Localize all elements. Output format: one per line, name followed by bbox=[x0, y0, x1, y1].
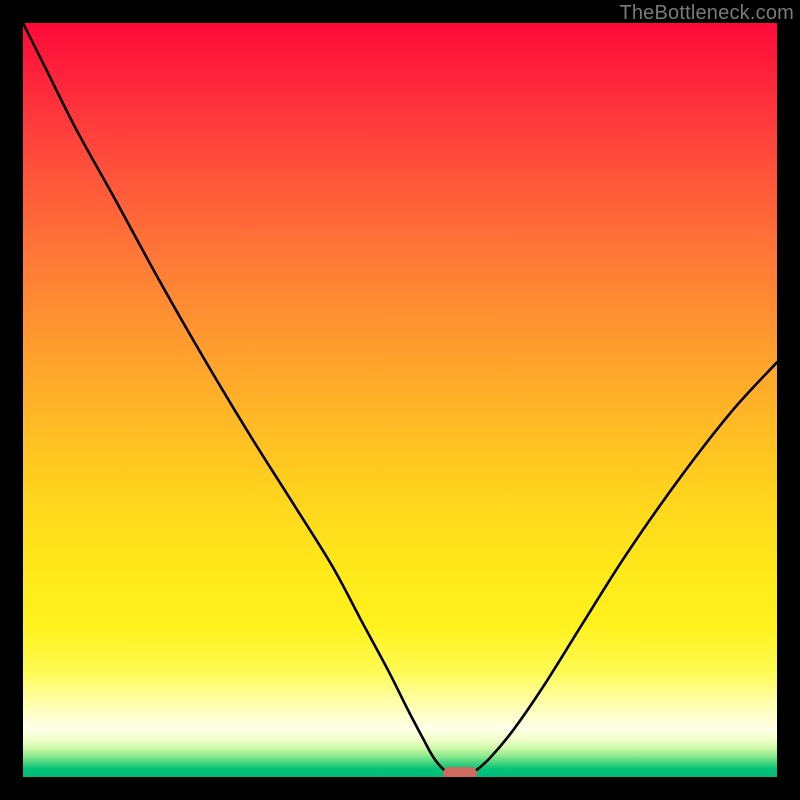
chart-frame: TheBottleneck.com bbox=[0, 0, 800, 800]
plot-area bbox=[23, 23, 777, 777]
bottleneck-curve bbox=[23, 23, 777, 777]
optimal-marker bbox=[443, 767, 477, 777]
watermark-text: TheBottleneck.com bbox=[619, 2, 794, 25]
